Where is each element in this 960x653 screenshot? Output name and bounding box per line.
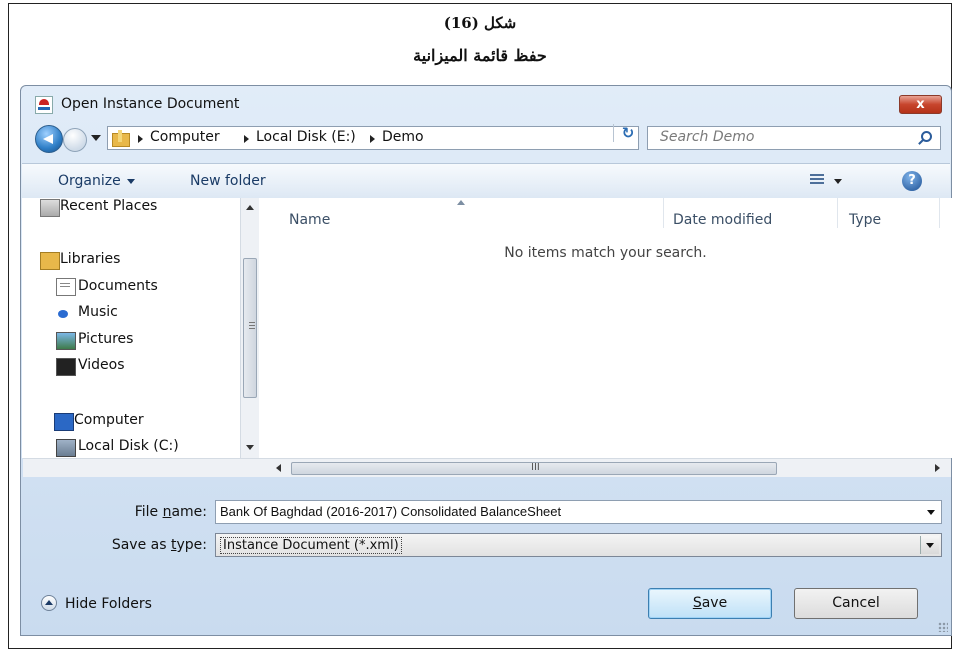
organize-label: Organize [58,173,121,189]
help-icon[interactable]: ? [902,171,922,191]
chevron-down-icon[interactable] [927,510,935,515]
search-icon[interactable] [921,131,932,142]
save-as-type-select[interactable]: Instance Document (*.xml) [215,533,942,557]
scroll-up-icon[interactable] [246,205,254,210]
search-input[interactable]: Search Demo [647,126,941,150]
open-instance-document-dialog: Open Instance Document x Computer Local … [20,85,952,636]
nav-item-label: Libraries [60,251,121,267]
new-folder-button[interactable]: New folder [190,173,266,189]
nav-item-music[interactable]: Music [58,304,118,320]
label-text: ype: [176,537,207,553]
refresh-icon[interactable]: ↻ [613,124,642,142]
chevron-down-icon [126,178,135,184]
close-button[interactable]: x [899,95,942,114]
save-accesskey: S [692,595,702,611]
chevron-down-icon[interactable] [920,536,939,554]
save-button[interactable]: Save [648,588,772,619]
recent-locations-dropdown[interactable] [91,135,101,141]
label-text: ame: [171,504,207,520]
file-list: Name Date modified Type No items match y… [259,198,952,458]
nav-item-label: Pictures [78,331,134,347]
libraries-icon [40,252,60,270]
chevron-up-icon [41,595,57,611]
hide-folders-button[interactable]: Hide Folders [41,595,152,612]
breadcrumb-computer[interactable]: Computer [150,129,220,145]
search-placeholder: Search Demo [660,129,755,145]
nav-item-label: Music [78,304,118,320]
figure-title: حفظ قائمة الميزانية [413,46,547,65]
column-header-date-modified[interactable]: Date modified [673,212,772,228]
local-disk-icon [56,439,76,457]
recent-places-icon [40,199,60,217]
back-button[interactable] [35,125,63,153]
file-name-label: File name: [21,504,207,520]
navigation-scrollbar[interactable] [240,198,259,458]
scroll-grip-icon: III [531,462,540,473]
nav-item-recent-places[interactable]: Recent Places [40,198,158,217]
breadcrumb-local-disk-e[interactable]: Local Disk (E:) [256,129,356,145]
folder-icon [112,130,130,147]
scroll-right-icon[interactable] [935,464,940,472]
nav-item-label: Videos [78,357,125,373]
scroll-down-icon[interactable] [246,445,254,450]
chevron-right-icon[interactable] [138,135,143,143]
pictures-icon [56,332,76,350]
column-divider[interactable] [837,198,838,228]
sort-ascending-icon [457,200,465,205]
view-options-icon[interactable] [810,174,824,186]
hide-folders-label: Hide Folders [65,596,152,612]
label-text: File [134,504,163,520]
computer-icon [54,413,74,431]
chevron-right-icon[interactable] [370,135,375,143]
organize-button[interactable]: Organize [58,173,135,189]
dialog-title: Open Instance Document [61,96,240,112]
column-divider[interactable] [663,198,664,228]
nav-item-local-disk-c[interactable]: Local Disk (C:) [56,438,179,457]
command-bar: Organize New folder ? [22,163,950,199]
nav-item-libraries[interactable]: Libraries [40,251,121,270]
save-as-type-label: Save as type: [21,537,207,553]
file-name-value: Bank Of Baghdad (2016-2017) Consolidated… [220,504,562,519]
documents-icon [56,278,76,296]
chevron-right-icon[interactable] [244,135,249,143]
empty-message: No items match your search. [504,245,707,261]
file-name-field[interactable]: Bank Of Baghdad (2016-2017) Consolidated… [215,500,942,524]
scroll-grip-icon [249,322,255,330]
title-bar: Open Instance Document x [21,86,951,119]
nav-item-label: Documents [78,278,158,294]
resize-grip[interactable] [938,622,948,632]
column-header-name[interactable]: Name [289,212,330,228]
videos-icon [56,358,76,376]
music-icon [58,310,68,318]
nav-item-label: Recent Places [60,198,158,214]
label-text: Save as [111,537,171,553]
nav-item-pictures[interactable]: Pictures [56,331,134,350]
save-label: ave [701,595,728,611]
app-icon [35,96,53,114]
address-row: Computer Local Disk (E:) Demo ↻ Search D… [21,122,951,156]
scroll-left-icon[interactable] [276,464,281,472]
chevron-down-icon[interactable] [834,179,842,184]
navigation-pane: Recent Places Libraries Documents Music … [22,198,259,458]
cancel-button[interactable]: Cancel [794,588,918,619]
save-as-type-value: Instance Document (*.xml) [220,537,402,554]
forward-button[interactable] [63,128,87,152]
nav-item-label: Local Disk (C:) [78,438,179,454]
column-divider[interactable] [939,198,940,228]
nav-item-label: Computer [74,412,144,428]
nav-item-documents[interactable]: Documents [56,278,158,296]
scroll-thumb[interactable] [243,258,257,398]
nav-item-computer[interactable]: Computer [54,412,144,431]
breadcrumb-demo[interactable]: Demo [382,129,424,145]
nav-item-videos[interactable]: Videos [56,357,125,376]
address-bar[interactable]: Computer Local Disk (E:) Demo [107,126,680,150]
column-header-type[interactable]: Type [849,212,881,228]
horizontal-scrollbar[interactable]: III [23,458,951,477]
figure-number: شكل (16) [443,14,517,32]
